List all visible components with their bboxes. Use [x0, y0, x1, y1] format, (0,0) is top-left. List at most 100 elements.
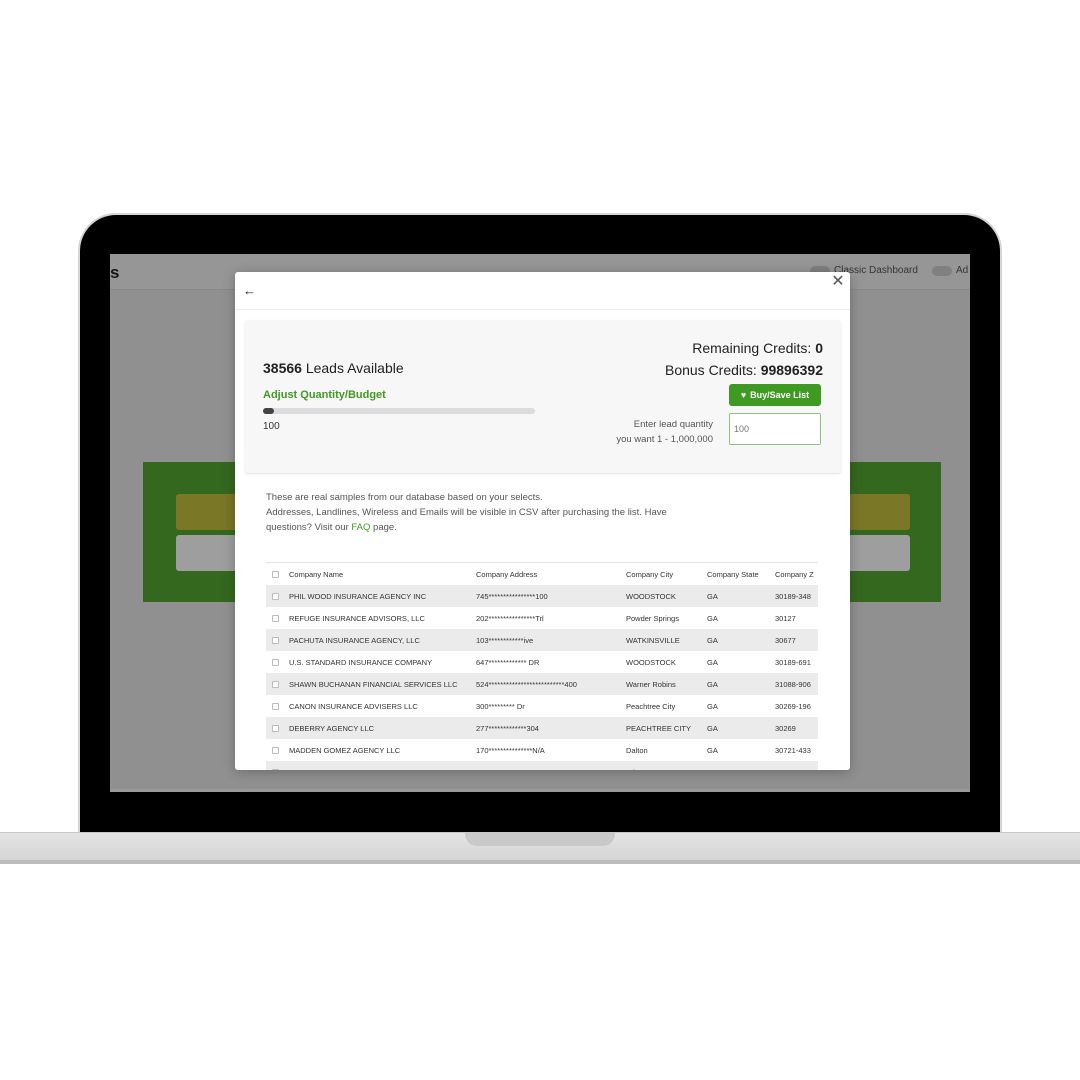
buy-save-list-label: Buy/Save List: [750, 390, 810, 400]
select-all-checkbox[interactable]: [272, 571, 279, 579]
cell-company-address: 447****************************300: [476, 761, 626, 771]
cell-company-zip: 30269-196: [775, 701, 811, 711]
heart-icon: ♥: [740, 390, 747, 400]
arrow-left-icon[interactable]: ←: [243, 283, 259, 299]
info-line-1: These are real samples from our database…: [266, 492, 543, 503]
cell-company-address: 524**************************400: [476, 679, 577, 689]
adjust-quantity-label: Adjust Quantity/Budget: [263, 389, 386, 401]
laptop-screen: s Classic Dashboard Ad ← ✕ 38566 Leads A…: [110, 254, 970, 792]
cell-company-city: WOODSTOCK: [626, 657, 676, 667]
slider-value: 100: [263, 421, 280, 432]
row-checkbox[interactable]: [272, 593, 279, 601]
remaining-credits-value: 0: [815, 340, 823, 356]
lead-quantity-input[interactable]: [729, 413, 821, 445]
cell-company-city: PEACHTREE CITY: [626, 723, 692, 733]
table-header-row: Company Name Company Address Company Cit…: [266, 563, 818, 585]
cell-company-zip: 30721-433: [775, 745, 811, 755]
cell-company-zip: 30189-691: [775, 657, 811, 667]
row-checkbox[interactable]: [272, 769, 279, 770]
table-row[interactable]: REFUGE INSURANCE ADVISORS, LLC 202*******…: [266, 607, 818, 629]
leads-available-title: 38566 Leads Available: [263, 360, 404, 376]
table-row[interactable]: DEBERRY AGENCY LLC 277*************304 PEA…: [266, 717, 818, 739]
cell-company-address: 647************* DR: [476, 657, 540, 667]
cell-company-state: GA: [707, 613, 718, 623]
header-company-address[interactable]: Company Address: [476, 563, 626, 585]
info-line-2-text: Addresses, Landlines, Wireless and Email…: [266, 507, 667, 533]
info-line-3-text: page.: [373, 522, 397, 533]
cell-company-name: PHIL WOOD INSURANCE AGENCY INC: [289, 591, 427, 601]
row-select-cell: [266, 651, 289, 673]
leads-count: 38566: [263, 360, 302, 376]
table-row[interactable]: CANON INSURANCE ADVISERS LLC 300*********…: [266, 695, 818, 717]
row-checkbox[interactable]: [272, 615, 279, 623]
quantity-slider-fill[interactable]: [263, 408, 274, 414]
cell-company-city: Warner Robins: [626, 679, 676, 689]
header-company-city[interactable]: Company City: [626, 563, 707, 585]
cell-company-state: GA: [707, 679, 718, 689]
cell-company-city: Dalton: [626, 745, 648, 755]
cell-company-name: DEBERRY AGENCY LLC: [289, 723, 375, 733]
header-company-zip[interactable]: Company Z: [775, 563, 818, 585]
cell-company-zip: 30189-348: [775, 591, 811, 601]
lead-quantity-label-line2: you want 1 - 1,000,000: [616, 434, 713, 445]
cell-company-city: WATKINSVILLE: [626, 635, 680, 645]
cell-company-zip: 30269: [775, 723, 796, 733]
header-company-state[interactable]: Company State: [707, 563, 775, 585]
cell-company-name: PACHUTA INSURANCE AGENCY, LLC: [289, 635, 420, 645]
remaining-credits-label: Remaining Credits:: [692, 340, 812, 356]
quantity-slider[interactable]: [263, 408, 535, 414]
cell-company-address: 103************ive: [476, 635, 534, 645]
cell-company-name: U.S. STANDARD INSURANCE COMPANY: [289, 657, 433, 667]
modal-header: ← ✕: [235, 272, 850, 310]
cell-company-state: GA: [707, 761, 775, 771]
cell-company-address: 170***************N/A: [476, 745, 545, 755]
cell-company-state: GA: [707, 701, 718, 711]
row-select-cell: [266, 673, 289, 695]
cell-company-address: 300********* Dr: [476, 701, 525, 711]
row-checkbox[interactable]: [272, 681, 279, 689]
row-select-cell: [266, 761, 289, 770]
cell-company-state: GA: [707, 723, 718, 733]
cell-company-zip: 31088-906: [775, 679, 811, 689]
leads-modal: ← ✕ 38566 Leads Available Adjust Quantit…: [235, 272, 850, 770]
cell-company-name: MADDEN GOMEZ AGENCY LLC: [289, 745, 401, 755]
bonus-credits-value: 99896392: [760, 362, 823, 378]
row-checkbox[interactable]: [272, 637, 279, 645]
header-company-name[interactable]: Company Name: [289, 563, 476, 585]
laptop-notch: [465, 832, 615, 846]
row-checkbox[interactable]: [272, 725, 279, 733]
cell-company-name: REFUGE INSURANCE ADVISORS, LLC: [289, 613, 425, 623]
leads-label: Leads Available: [305, 360, 404, 376]
table-row[interactable]: SHAWN BUCHANAN FINANCIAL SERVICES LLC 524…: [266, 673, 818, 695]
table-row[interactable]: PHIL WOOD INSURANCE AGENCY INC 745*******…: [266, 585, 818, 607]
sample-leads-table: Company Name Company Address Company Cit…: [266, 562, 818, 770]
table-body: PHIL WOOD INSURANCE AGENCY INC 745*******…: [266, 585, 818, 770]
table-row[interactable]: U.S. STANDARD INSURANCE COMPANY 647******…: [266, 651, 818, 673]
laptop-base-shadow: [0, 860, 1080, 864]
row-select-cell: [266, 607, 289, 629]
cell-company-name: SHAWN BUCHANAN FINANCIAL SERVICES LLC: [289, 679, 458, 689]
cell-company-city: Powder Springs: [626, 613, 679, 623]
faq-link[interactable]: FAQ: [351, 522, 370, 533]
table-row[interactable]: MADDEN GOMEZ AGENCY LLC 170**************…: [266, 739, 818, 761]
cell-company-address: 277*************304: [476, 723, 539, 733]
row-checkbox[interactable]: [272, 659, 279, 667]
buy-save-list-button[interactable]: ♥ Buy/Save List: [729, 384, 821, 406]
cell-company-city: Peachtree City: [626, 701, 676, 711]
table-row[interactable]: PLAN BNB LLC447*************************…: [266, 761, 818, 770]
table-row[interactable]: PACHUTA INSURANCE AGENCY, LLC 103********…: [266, 629, 818, 651]
cell-company-state: GA: [707, 591, 718, 601]
info-line-2: Addresses, Landlines, Wireless and Email…: [266, 505, 706, 535]
sample-info-text: These are real samples from our database…: [266, 490, 706, 535]
cell-company-address: 202****************Trl: [476, 613, 544, 623]
row-checkbox[interactable]: [272, 747, 279, 755]
close-icon[interactable]: ✕: [830, 274, 846, 290]
cell-company-city: Atlanta: [626, 761, 707, 771]
cell-company-address: 745****************100: [476, 591, 548, 601]
cell-company-state: GA: [707, 745, 718, 755]
row-select-cell: [266, 739, 289, 761]
lead-quantity-label: Enter lead quantity you want 1 - 1,000,0…: [616, 417, 713, 447]
row-checkbox[interactable]: [272, 703, 279, 711]
row-select-cell: [266, 695, 289, 717]
row-select-cell: [266, 629, 289, 651]
